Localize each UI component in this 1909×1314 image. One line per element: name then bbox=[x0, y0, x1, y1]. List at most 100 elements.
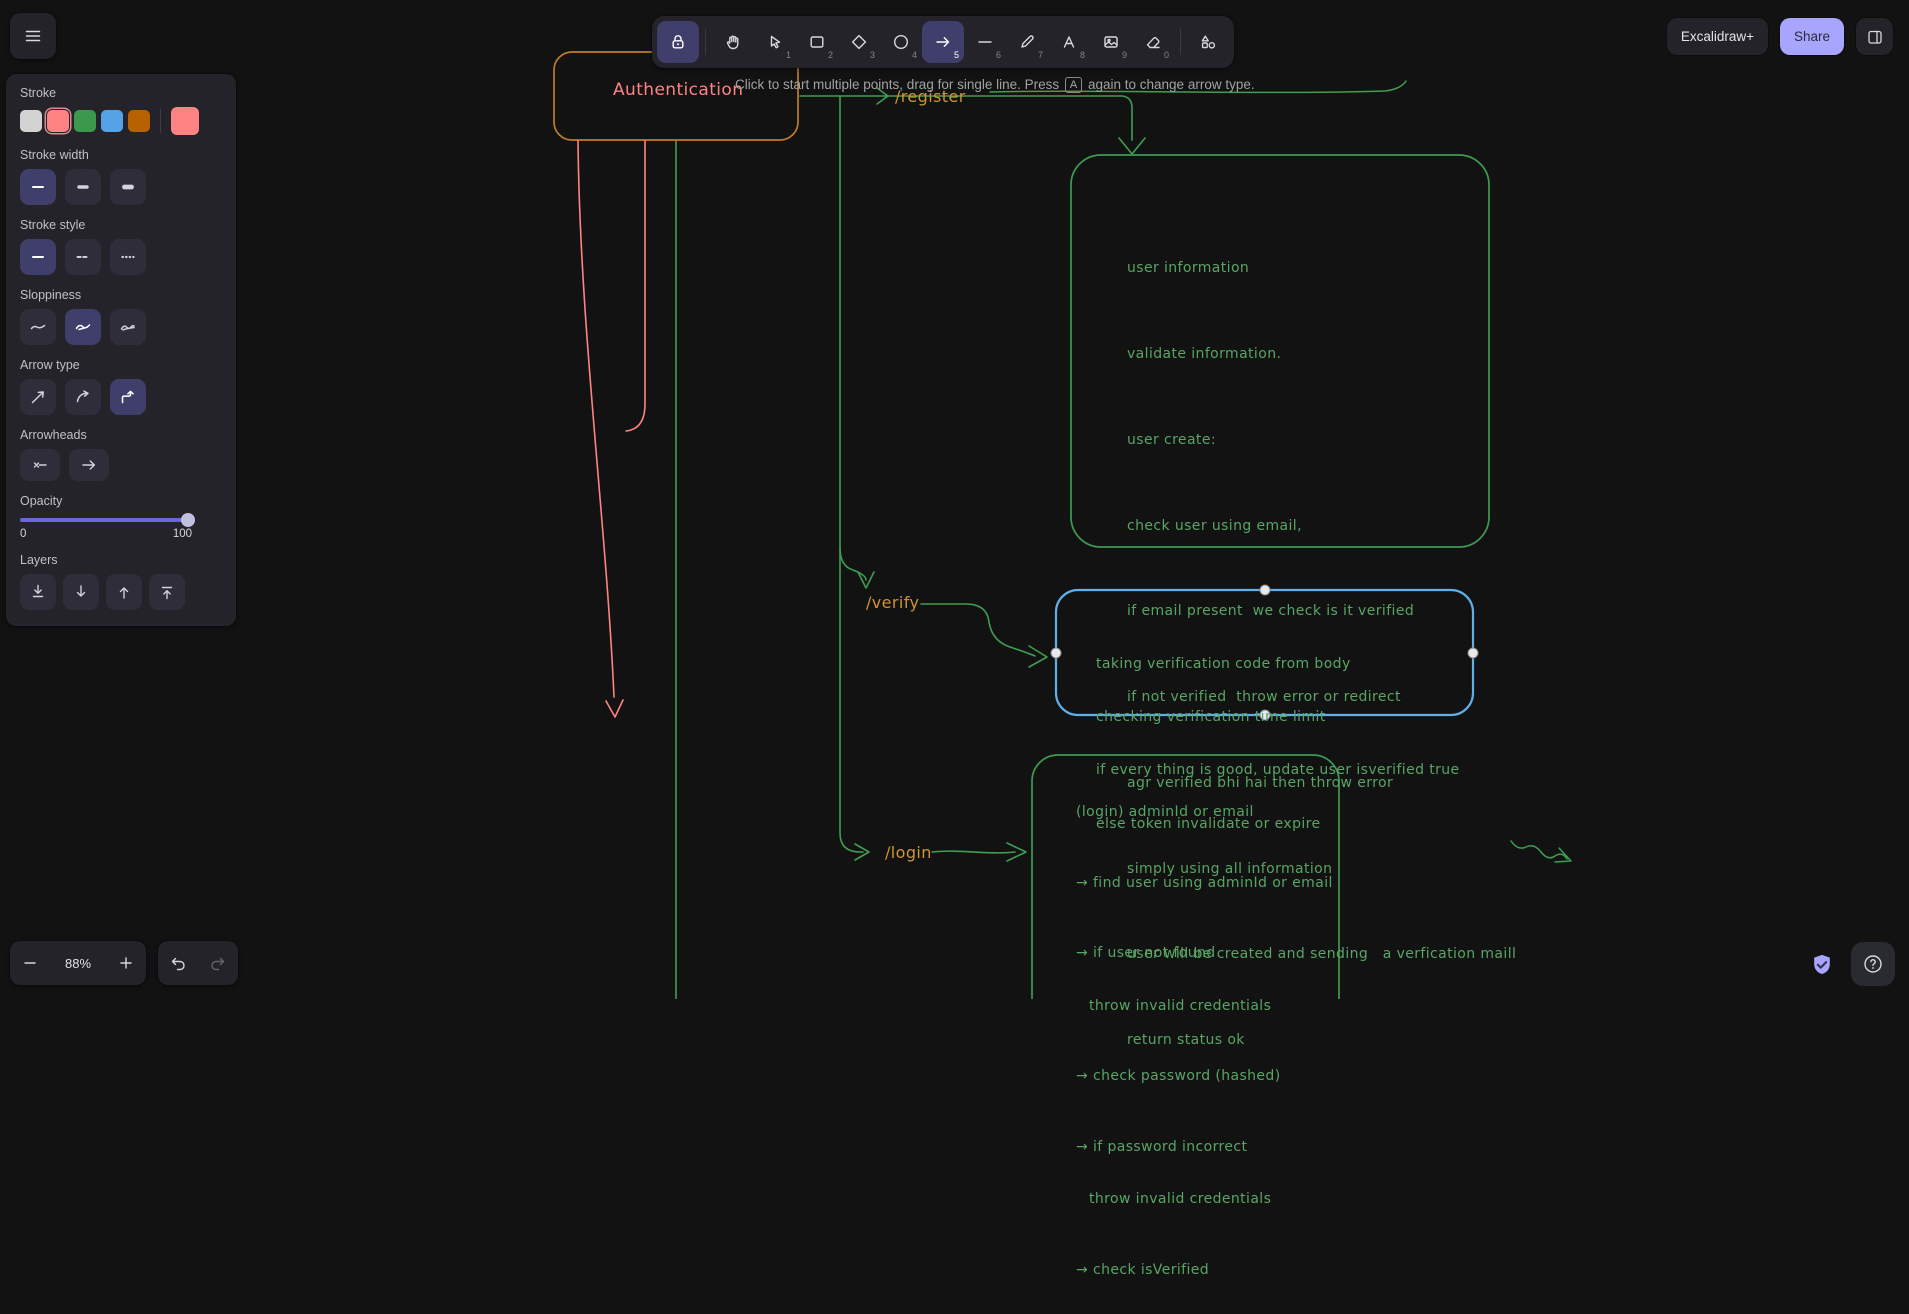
send-to-back-button[interactable] bbox=[20, 574, 56, 610]
send-backward-button[interactable] bbox=[63, 574, 99, 610]
login-line[interactable]: throw invalid credentials bbox=[1076, 1191, 1333, 1209]
excalidraw-plus-button[interactable]: Excalidraw+ bbox=[1666, 18, 1768, 55]
stroke-color-orange[interactable] bbox=[128, 110, 150, 132]
selection-handle-left[interactable] bbox=[1050, 647, 1062, 659]
stroke-color-green[interactable] bbox=[74, 110, 96, 132]
register-line[interactable]: user create: bbox=[1127, 426, 1516, 455]
tool-shapes[interactable] bbox=[1187, 21, 1229, 63]
stroke-width-section: Stroke width bbox=[20, 148, 222, 205]
verify-label[interactable]: /verify bbox=[866, 593, 919, 612]
tool-line[interactable]: 6 bbox=[964, 21, 1006, 63]
zoom-out-button[interactable] bbox=[10, 941, 50, 985]
zoom-in-button[interactable] bbox=[106, 941, 146, 985]
register-line[interactable]: validate information. bbox=[1127, 340, 1516, 369]
plus-icon bbox=[120, 957, 132, 969]
login-box-text[interactable]: (login) adminId or email → find user usi… bbox=[1076, 769, 1333, 1314]
canvas-drawing[interactable] bbox=[0, 0, 1909, 1056]
arrow-verify-to-box-head[interactable] bbox=[1028, 645, 1048, 668]
send-to-back-icon bbox=[32, 584, 44, 598]
login-line[interactable]: throw invalid credentials bbox=[1076, 998, 1333, 1016]
auth-box-label[interactable]: Authentication bbox=[613, 80, 743, 100]
verify-line[interactable]: checking verification time limit bbox=[1096, 709, 1460, 727]
login-label[interactable]: /login bbox=[885, 843, 932, 862]
register-line[interactable]: user information bbox=[1127, 254, 1516, 283]
stroke-width-bold-button[interactable] bbox=[65, 169, 101, 205]
stroke-color-salmon[interactable] bbox=[47, 110, 69, 132]
library-sidebar-button[interactable] bbox=[1856, 18, 1893, 55]
sloppiness-architect-button[interactable] bbox=[20, 309, 56, 345]
zoom-level[interactable]: 88% bbox=[50, 956, 106, 971]
arrow-type-straight-button[interactable] bbox=[20, 379, 56, 415]
squiggle-arrow[interactable] bbox=[1510, 840, 1568, 860]
login-line[interactable]: → check password (hashed) bbox=[1076, 1068, 1333, 1086]
bring-to-front-icon bbox=[161, 586, 173, 600]
arrow-register-shaft[interactable] bbox=[799, 95, 1133, 141]
arrowhead-end-button[interactable] bbox=[69, 449, 109, 481]
curved-arrow-icon bbox=[76, 390, 89, 403]
tool-diamond[interactable]: 3 bbox=[838, 21, 880, 63]
cartoonist-squiggle-icon bbox=[120, 324, 135, 331]
tool-image[interactable]: 9 bbox=[1090, 21, 1132, 63]
login-line[interactable]: (login) adminId or email bbox=[1076, 804, 1333, 822]
salmon-line-arrowhead[interactable] bbox=[605, 699, 624, 718]
undo-button[interactable] bbox=[158, 941, 198, 985]
tool-selection[interactable]: 1 bbox=[754, 21, 796, 63]
sloppiness-cartoonist-button[interactable] bbox=[110, 309, 146, 345]
stroke-width-thin-button[interactable] bbox=[20, 169, 56, 205]
tool-draw[interactable]: 7 bbox=[1006, 21, 1048, 63]
undo-icon bbox=[171, 957, 185, 971]
zoom-controls: 88% bbox=[10, 941, 146, 985]
tool-arrow[interactable]: 5 bbox=[922, 21, 964, 63]
arrow-verify-branch[interactable] bbox=[839, 96, 867, 581]
stroke-style-dotted-button[interactable] bbox=[110, 239, 146, 275]
arrowheads-label: Arrowheads bbox=[20, 428, 87, 442]
stroke-style-dashed-button[interactable] bbox=[65, 239, 101, 275]
hamburger-icon bbox=[25, 30, 41, 42]
redo-button[interactable] bbox=[198, 941, 238, 985]
arrowheads-section: Arrowheads bbox=[20, 428, 222, 481]
tool-eraser[interactable]: 0 bbox=[1132, 21, 1174, 63]
stroke-label: Stroke bbox=[20, 86, 57, 100]
tool-rectangle[interactable]: 2 bbox=[796, 21, 838, 63]
help-button[interactable] bbox=[1851, 942, 1895, 986]
stroke-color-blue[interactable] bbox=[101, 110, 123, 132]
login-line[interactable]: → find user using adminId or email bbox=[1076, 875, 1333, 893]
arrow-verify-to-box[interactable] bbox=[920, 603, 1036, 657]
tool-text[interactable]: 8 bbox=[1048, 21, 1090, 63]
current-stroke-color[interactable] bbox=[171, 107, 199, 135]
login-line[interactable]: → if user not found bbox=[1076, 945, 1333, 963]
diamond-icon bbox=[851, 34, 867, 50]
arrowhead-start-button[interactable] bbox=[20, 449, 60, 481]
history-controls bbox=[158, 941, 238, 985]
register-line[interactable]: check user using email, bbox=[1127, 512, 1516, 541]
swatch-divider bbox=[160, 109, 161, 133]
stroke-style-solid-button[interactable] bbox=[20, 239, 56, 275]
bring-to-front-button[interactable] bbox=[149, 574, 185, 610]
salmon-line-arrow[interactable] bbox=[577, 140, 615, 698]
bring-forward-button[interactable] bbox=[106, 574, 142, 610]
stroke-color-gray[interactable] bbox=[20, 110, 42, 132]
tool-hand[interactable] bbox=[712, 21, 754, 63]
minus-icon bbox=[24, 962, 36, 964]
tool-ellipse[interactable]: 4 bbox=[880, 21, 922, 63]
stroke-style-label: Stroke style bbox=[20, 218, 86, 232]
layers-label: Layers bbox=[20, 553, 58, 567]
opacity-slider[interactable] bbox=[20, 513, 195, 527]
login-line[interactable]: → check isVerified bbox=[1076, 1262, 1333, 1280]
login-line[interactable]: → if password incorrect bbox=[1076, 1139, 1333, 1157]
tool-lock[interactable] bbox=[657, 21, 699, 63]
arrow-login-to-box[interactable] bbox=[931, 850, 1016, 854]
opacity-slider-thumb[interactable] bbox=[181, 513, 195, 527]
salmon-hook-line[interactable] bbox=[625, 140, 646, 432]
stroke-width-extrabold-button[interactable] bbox=[110, 169, 146, 205]
cursor-icon bbox=[770, 35, 781, 49]
share-button[interactable]: Share bbox=[1779, 18, 1844, 55]
sidebar-icon bbox=[1867, 30, 1882, 44]
hamburger-menu-button[interactable] bbox=[10, 13, 56, 59]
sloppiness-artist-button[interactable] bbox=[65, 309, 101, 345]
arrow-login-branch[interactable] bbox=[839, 547, 864, 853]
arrow-type-elbow-button[interactable] bbox=[110, 379, 146, 415]
arrow-type-curved-button[interactable] bbox=[65, 379, 101, 415]
canvas[interactable]: Authentication /register /verify /login … bbox=[0, 0, 1909, 1278]
verify-line[interactable]: taking verification code from body bbox=[1096, 656, 1460, 674]
